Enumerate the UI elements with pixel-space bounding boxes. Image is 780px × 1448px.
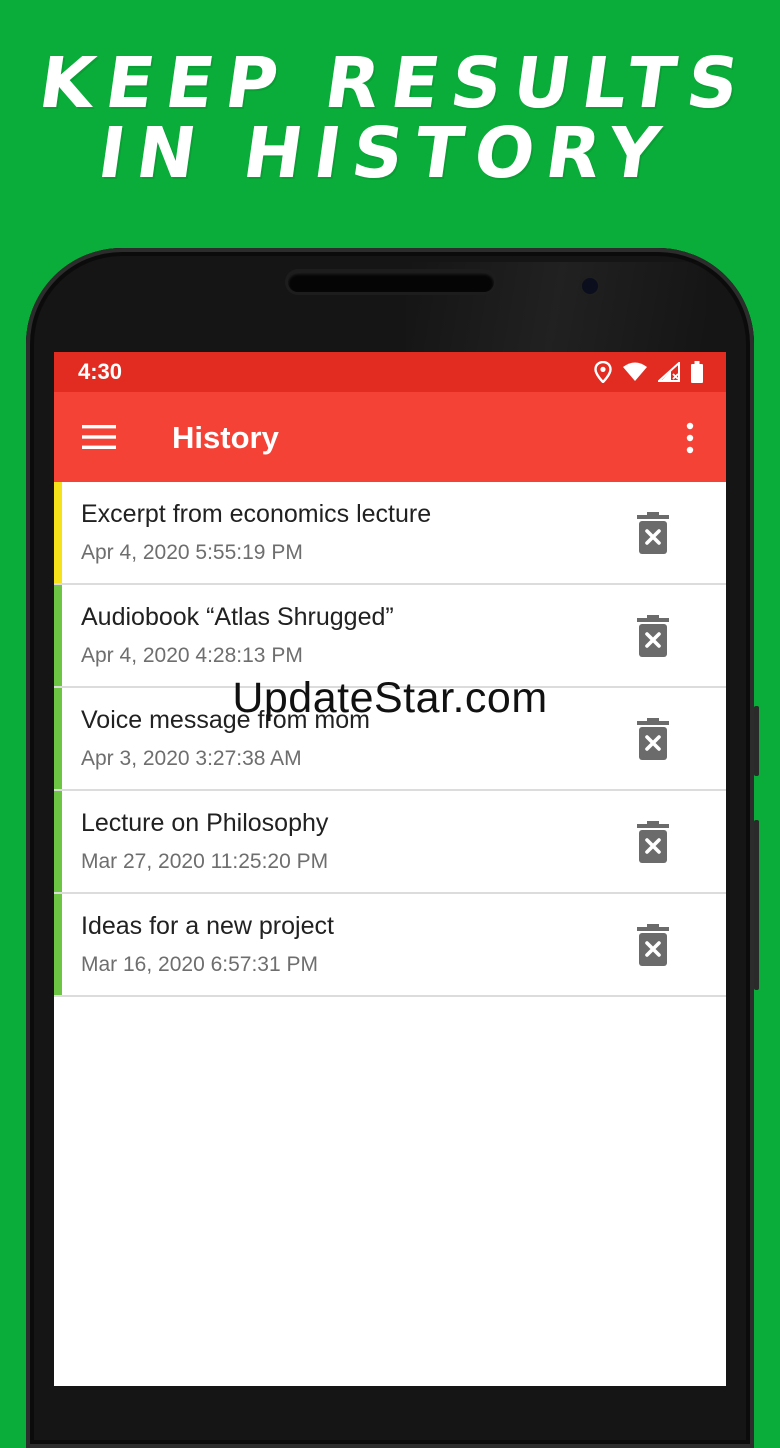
status-icons [594,361,704,383]
history-item[interactable]: Lecture on Philosophy Mar 27, 2020 11:25… [54,791,726,894]
volume-button [754,706,759,776]
status-bar: 4:30 [54,352,726,392]
phone-screen: 4:30 History Excerpt from economics lect… [54,352,726,1386]
item-accent-bar [54,585,62,686]
item-title: Audiobook “Atlas Shrugged” [81,603,394,631]
history-item[interactable]: Voice message from mom Apr 3, 2020 3:27:… [54,688,726,791]
item-date: Apr 4, 2020 4:28:13 PM [81,644,303,667]
more-vert-icon[interactable] [680,422,700,454]
battery-icon [691,361,703,383]
item-date: Mar 27, 2020 11:25:20 PM [81,850,329,873]
item-accent-bar [54,482,62,583]
promo-line-2: IN HISTORY [93,112,677,194]
history-item[interactable]: Excerpt from economics lecture Apr 4, 20… [54,482,726,585]
hamburger-menu-icon[interactable] [82,425,116,449]
location-icon [594,361,612,383]
item-title: Ideas for a new project [81,912,334,940]
item-date: Mar 16, 2020 6:57:31 PM [81,953,318,976]
delete-icon[interactable] [636,924,670,966]
signal-icon [658,362,680,382]
app-bar: History [54,392,726,482]
status-time: 4:30 [78,359,123,384]
item-title: Voice message from mom [81,706,370,734]
history-item[interactable]: Audiobook “Atlas Shrugged” Apr 4, 2020 4… [54,585,726,688]
item-title: Excerpt from economics lecture [81,500,432,528]
item-accent-bar [54,688,62,789]
item-accent-bar [54,791,62,892]
delete-icon[interactable] [636,821,670,863]
delete-icon[interactable] [636,512,670,554]
promo-headline: KEEP RESULTS IN HISTORY [0,42,780,194]
delete-icon[interactable] [636,615,670,657]
promo-line-1: KEEP RESULTS [34,42,756,124]
power-button [754,820,759,990]
item-title: Lecture on Philosophy [81,809,329,837]
front-camera [582,278,598,294]
page-title: History [172,420,279,455]
item-date: Apr 3, 2020 3:27:38 AM [81,747,302,770]
item-accent-bar [54,894,62,995]
wifi-icon [623,362,647,381]
history-list: Excerpt from economics lecture Apr 4, 20… [54,482,726,997]
delete-icon[interactable] [636,718,670,760]
item-date: Apr 4, 2020 5:55:19 PM [81,541,303,564]
earpiece-speaker [288,272,494,292]
history-item[interactable]: Ideas for a new project Mar 16, 2020 6:5… [54,894,726,997]
